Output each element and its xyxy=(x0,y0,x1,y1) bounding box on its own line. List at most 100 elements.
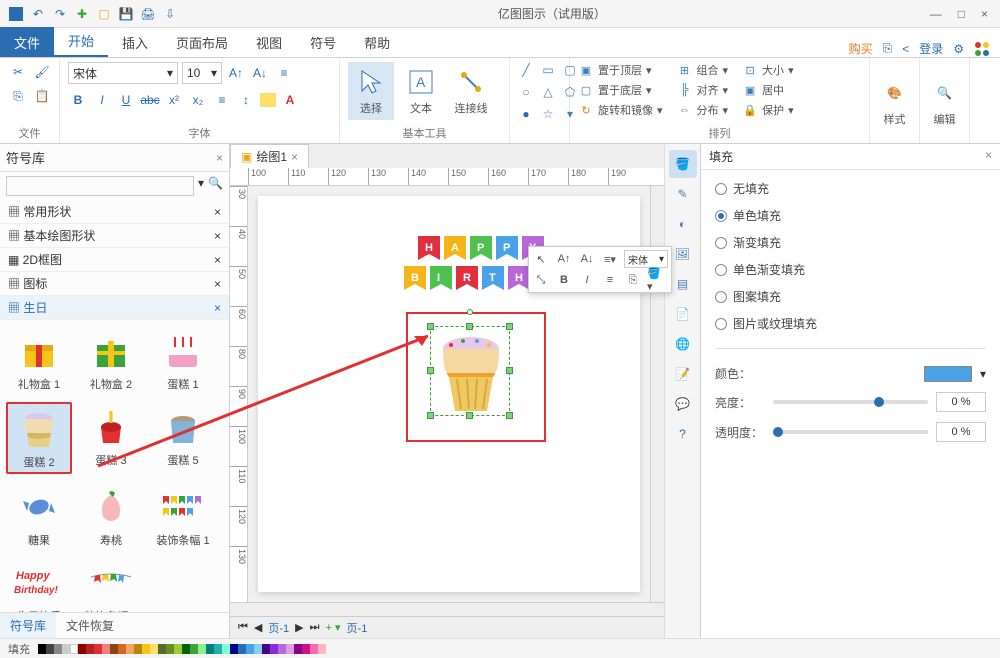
first-page-icon[interactable]: ⏮ xyxy=(238,621,248,634)
page-tab-1[interactable]: 页-1 xyxy=(268,620,289,636)
tab-view[interactable]: 视图 xyxy=(242,27,296,57)
cupcake-shape[interactable] xyxy=(431,327,511,417)
ts-globe-icon[interactable]: 🌐 xyxy=(669,330,697,358)
new-icon[interactable]: ✚ xyxy=(74,6,90,22)
category-2d[interactable]: ▦ 2D框图× xyxy=(0,248,229,272)
login-link[interactable]: 登录 xyxy=(919,40,943,57)
tab-help[interactable]: 帮助 xyxy=(350,27,404,57)
doc-tab-1[interactable]: ▣绘图1× xyxy=(230,144,309,168)
style-button[interactable]: 🎨样式 xyxy=(877,73,913,131)
line-spacing-icon[interactable]: ↕ xyxy=(236,90,256,110)
ft-increase-font[interactable]: A↑ xyxy=(555,250,573,268)
strike-button[interactable]: abc xyxy=(140,90,160,110)
shape-banner1[interactable]: 装饰条幅 1 xyxy=(150,482,216,550)
bold-button[interactable]: B xyxy=(68,90,88,110)
category-birthday[interactable]: ▦ 生日× xyxy=(0,296,229,320)
logo-icon[interactable] xyxy=(974,41,990,57)
shape-banner2[interactable]: 装饰条幅 2 xyxy=(78,558,144,612)
ts-comment-icon[interactable]: 💬 xyxy=(669,390,697,418)
superscript-button[interactable]: x² xyxy=(164,90,184,110)
ft-para[interactable]: ≡ xyxy=(601,271,619,289)
decrease-font-icon[interactable]: A↓ xyxy=(250,63,270,83)
ft-connector-icon[interactable]: ⤡ xyxy=(532,271,550,289)
ft-italic[interactable]: I xyxy=(578,271,596,289)
ft-align[interactable]: ≡▾ xyxy=(601,250,619,268)
tab-symbol-lib[interactable]: 符号库 xyxy=(0,613,56,638)
shape-cake2[interactable]: 蛋糕 2 xyxy=(6,402,72,474)
open-icon[interactable]: ▢ xyxy=(96,6,112,22)
add-page-icon[interactable]: + ▾ xyxy=(326,621,341,634)
tab-insert[interactable]: 插入 xyxy=(108,27,162,57)
gear-icon[interactable]: ⚙ xyxy=(953,42,964,56)
export-icon[interactable]: ⇩ xyxy=(162,6,178,22)
align-button[interactable]: ╠对齐▾ xyxy=(677,82,729,98)
page-tab-dup[interactable]: 页-1 xyxy=(347,620,368,636)
fill-option-pattern[interactable]: 图案填充 xyxy=(715,288,986,305)
copy-icon[interactable]: ⎘ xyxy=(8,86,28,106)
shape-candy[interactable]: 糖果 xyxy=(6,482,72,550)
print-icon[interactable]: 🖨 xyxy=(140,6,156,22)
shape-cake5[interactable]: 蛋糕 5 xyxy=(150,402,216,474)
next-page-icon[interactable]: ▶ xyxy=(295,621,303,634)
edit-button[interactable]: 🔍编辑 xyxy=(927,73,963,131)
redo-icon[interactable]: ↷ xyxy=(52,6,68,22)
increase-font-icon[interactable]: A↑ xyxy=(226,63,246,83)
ts-fill-icon[interactable]: 🪣 xyxy=(669,150,697,178)
last-page-icon[interactable]: ⏭ xyxy=(310,621,320,634)
undo-icon[interactable]: ↶ xyxy=(30,6,46,22)
center-button[interactable]: ▣居中 xyxy=(742,82,794,98)
symbol-search-input[interactable] xyxy=(6,176,194,196)
rect-shape-icon[interactable]: ▭ xyxy=(540,62,556,78)
tab-symbol[interactable]: 符号 xyxy=(296,27,350,57)
subscript-button[interactable]: x₂ xyxy=(188,90,208,110)
ts-help-icon[interactable]: ? xyxy=(669,420,697,448)
shape-cake3[interactable]: 蛋糕 3 xyxy=(78,402,144,474)
dropdown-icon[interactable]: ▾ xyxy=(198,176,204,196)
shape-gallery[interactable]: ╱ ▭ ▢ ○ △ ⬠ ● ☆ ▾ xyxy=(518,62,578,122)
shape-cake1[interactable]: 蛋糕 1 xyxy=(150,326,216,394)
color-palette[interactable] xyxy=(38,644,326,654)
category-icon[interactable]: ▦ 图标× xyxy=(0,272,229,296)
shape-peach[interactable]: 寿桃 xyxy=(78,482,144,550)
ts-page-icon[interactable]: 📄 xyxy=(669,300,697,328)
share-icon[interactable]: < xyxy=(902,42,909,56)
opacity-value[interactable]: 0 % xyxy=(936,422,986,442)
fill-option-none[interactable]: 无填充 xyxy=(715,180,986,197)
ft-fill[interactable]: 🪣▾ xyxy=(647,271,665,289)
maximize-button[interactable]: □ xyxy=(958,7,965,21)
triangle-shape-icon[interactable]: △ xyxy=(540,84,556,100)
close-button[interactable]: × xyxy=(981,7,988,21)
cupcake-selection[interactable] xyxy=(430,326,510,416)
fill-option-texture[interactable]: 图片或纹理填充 xyxy=(715,315,986,332)
fill-option-solid[interactable]: 单色填充 xyxy=(715,207,986,224)
color-swatch[interactable] xyxy=(924,366,972,382)
feedback-icon[interactable]: ⎘ xyxy=(883,41,893,56)
search-icon[interactable]: 🔍 xyxy=(208,176,223,196)
tab-layout[interactable]: 页面布局 xyxy=(162,27,242,57)
star-shape-icon[interactable]: ☆ xyxy=(540,106,556,122)
protect-button[interactable]: 🔒保护▾ xyxy=(742,102,794,118)
shape-gift2[interactable]: 礼物盒 2 xyxy=(78,326,144,394)
prev-page-icon[interactable]: ◀ xyxy=(254,621,262,634)
category-basic[interactable]: ▦ 基本绘图形状× xyxy=(0,224,229,248)
ts-image-icon[interactable]: 🖼 xyxy=(669,240,697,268)
highlight-icon[interactable] xyxy=(260,93,276,107)
tab-file[interactable]: 文件 xyxy=(0,27,54,57)
ft-cursor-icon[interactable]: ↖ xyxy=(532,250,550,268)
ts-shadow-icon[interactable]: ◐ xyxy=(669,210,697,238)
close-icon[interactable]: × xyxy=(216,151,223,165)
ts-notes-icon[interactable]: 📝 xyxy=(669,360,697,388)
save-icon[interactable]: 💾 xyxy=(118,6,134,22)
font-family-select[interactable]: 宋体▾ xyxy=(68,62,178,84)
ts-line-icon[interactable]: ✎ xyxy=(669,180,697,208)
distribute-button[interactable]: ⇔分布▾ xyxy=(677,102,729,118)
italic-button[interactable]: I xyxy=(92,90,112,110)
underline-button[interactable]: U xyxy=(116,90,136,110)
send-back-button[interactable]: ▢置于底层▾ xyxy=(578,82,663,98)
close-icon[interactable]: × xyxy=(985,148,992,165)
group-button[interactable]: ⊞组合▾ xyxy=(677,62,729,78)
font-color-icon[interactable]: A xyxy=(280,90,300,110)
tab-start[interactable]: 开始 xyxy=(54,25,108,57)
floating-toolbar[interactable]: ↖ A↑ A↓ ≡▾ 宋体▾ ⤡ B I ≡ ⎘ 🪣▾ xyxy=(528,246,672,293)
ts-layer-icon[interactable]: ▤ xyxy=(669,270,697,298)
